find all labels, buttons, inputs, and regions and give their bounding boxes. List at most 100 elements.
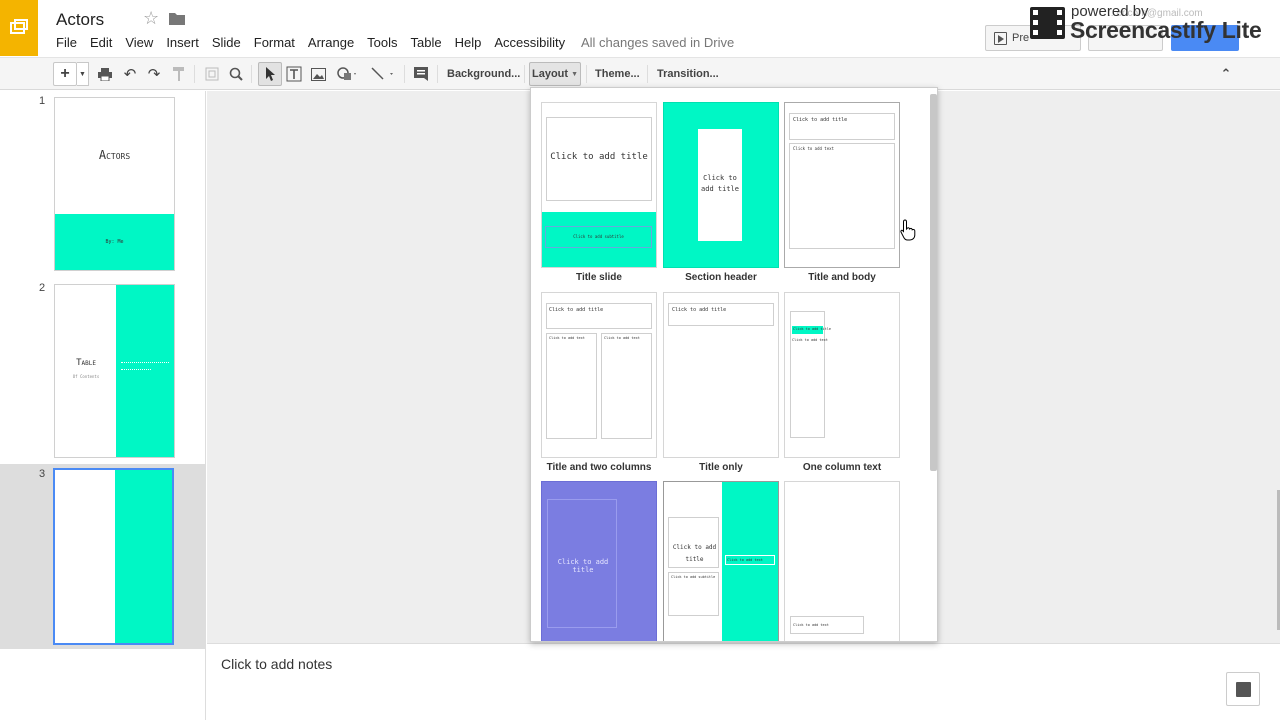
layout-preview: Click to add title Click to add text <box>784 292 900 458</box>
layout-label: Title and body <box>808 272 876 283</box>
body-placeholder: Click to add text <box>789 143 895 249</box>
line-icon[interactable] <box>367 62 397 86</box>
shape-icon[interactable] <box>333 62 361 86</box>
background-button[interactable]: Background... <box>441 62 526 86</box>
redo-icon[interactable]: ↷ <box>145 62 163 86</box>
title-placeholder: Click to add title <box>792 326 831 334</box>
speaker-notes[interactable]: Click to add notes <box>207 643 1280 720</box>
layout-menu: Click to add title Click to add subtitle… <box>530 87 938 642</box>
print-icon[interactable] <box>96 62 114 86</box>
title-placeholder: Click to add title <box>668 303 774 326</box>
star-icon[interactable]: ☆ <box>143 8 159 29</box>
slide-list-line <box>121 369 151 372</box>
theme-button[interactable]: Theme... <box>589 62 646 86</box>
notes-placeholder[interactable]: Click to add notes <box>221 656 332 672</box>
zoom-icon[interactable] <box>227 62 245 86</box>
menu-slide[interactable]: Slide <box>212 35 241 51</box>
undo-icon[interactable]: ↶ <box>121 62 139 86</box>
title-placeholder: Click to add title <box>547 499 617 628</box>
layout-button[interactable]: Layout ▼ <box>529 62 581 86</box>
slide-thumbnail[interactable]: Actors By: Me <box>54 97 175 271</box>
slide-subtitle: Of Contents <box>72 374 100 379</box>
layout-option-one-column-text[interactable]: Click to add title Click to add text One… <box>784 292 900 474</box>
transition-button[interactable]: Transition... <box>651 62 725 86</box>
title-placeholder: Click to add title <box>698 129 742 241</box>
layout-preview: Click to add title <box>663 102 779 268</box>
caption-placeholder: Click to add text <box>790 616 864 634</box>
slide-filmstrip: 1 Actors By: Me 2 Table Of Contents 3 <box>0 91 206 720</box>
menu-arrange[interactable]: Arrange <box>308 35 354 51</box>
comment-icon[interactable] <box>412 62 430 86</box>
zoom-fit-icon[interactable] <box>203 62 221 86</box>
layout-accent-band: Click to add subtitle <box>542 212 656 267</box>
new-slide-button[interactable]: + <box>53 62 77 86</box>
new-slide-menu-button[interactable]: ▼ <box>77 62 89 86</box>
select-cursor-icon[interactable] <box>258 62 282 86</box>
slide-thumbnail-row[interactable]: 1 Actors By: Me <box>0 91 205 276</box>
slide-accent-column <box>115 470 172 643</box>
slide-subtitle: By: Me <box>105 239 124 245</box>
hand-cursor-icon <box>900 219 916 241</box>
slide-number: 2 <box>39 282 46 294</box>
film-icon <box>1030 7 1065 39</box>
layout-preview: Click to add title Click to add subtitle… <box>663 481 779 641</box>
menu-help[interactable]: Help <box>455 35 482 51</box>
toolbar: + ▼ ↶ ↷ Background... Layout ▼ Theme... T… <box>0 57 1280 90</box>
menu-tools[interactable]: Tools <box>367 35 397 51</box>
slide-thumbnail[interactable]: Table Of Contents <box>54 284 175 458</box>
slide-title: Actors <box>98 148 131 162</box>
scrollbar[interactable] <box>930 94 937 471</box>
layout-option-title-and-body[interactable]: Click to add title Click to add text Tit… <box>784 102 900 284</box>
layout-label: Title only <box>699 462 743 473</box>
explore-button[interactable] <box>1226 672 1260 706</box>
image-icon[interactable] <box>309 62 327 86</box>
layout-option-section-header[interactable]: Click to add title Section header <box>663 102 779 284</box>
layout-option-title-and-two-columns[interactable]: Click to add title Click to add text Cli… <box>541 292 657 474</box>
app-header: Actors ☆ File Edit View Insert Slide For… <box>0 0 1280 57</box>
layout-option-title-slide[interactable]: Click to add title Click to add subtitle… <box>541 102 657 284</box>
screencastify-watermark: powered by Screencastify Lite <box>1030 2 1280 48</box>
layout-label: Title and two columns <box>546 462 652 473</box>
subtitle-placeholder: Click to add subtitle <box>545 226 652 248</box>
left-column-placeholder: Click to add text <box>546 333 597 439</box>
title-placeholder: Click to add title <box>668 517 719 568</box>
layout-preview: Click to add title Click to add text Cli… <box>541 292 657 458</box>
layout-option-section-title-description[interactable]: Click to add title Click to add subtitle… <box>663 481 779 641</box>
layout-preview: Click to add title <box>541 481 657 641</box>
watermark-brand: Screencastify Lite <box>1070 17 1262 43</box>
save-status: All changes saved in Drive <box>581 35 735 50</box>
layout-option-caption[interactable]: Click to add text <box>784 481 900 641</box>
slide-thumbnail[interactable] <box>53 468 174 645</box>
title-placeholder: Click to add title <box>789 113 895 140</box>
slides-logo[interactable] <box>0 0 38 56</box>
layout-preview: Click to add title Click to add subtitle <box>541 102 657 268</box>
collapse-menus-icon[interactable]: ⌃ <box>1216 62 1236 86</box>
layout-preview: Click to add title Click to add text <box>784 102 900 268</box>
text-box-icon[interactable] <box>285 62 303 86</box>
body-placeholder: Click to add text <box>725 555 775 565</box>
folder-icon[interactable] <box>169 12 185 25</box>
menu-file[interactable]: File <box>56 35 77 51</box>
paint-format-icon[interactable] <box>170 62 188 86</box>
slide-thumbnail-row[interactable]: 2 Table Of Contents <box>0 276 205 464</box>
slide-number: 3 <box>39 468 46 480</box>
present-icon <box>994 32 1007 45</box>
slides-icon <box>10 19 28 34</box>
layout-option-title-only[interactable]: Click to add title Title only <box>663 292 779 474</box>
title-placeholder: Click to add title <box>546 117 652 201</box>
present-label: Pre <box>1012 32 1030 44</box>
menu-accessibility[interactable]: Accessibility <box>494 35 565 51</box>
subtitle-placeholder: Click to add subtitle <box>668 572 719 616</box>
menu-format[interactable]: Format <box>254 35 295 51</box>
layout-label: One column text <box>802 462 882 473</box>
menu-edit[interactable]: Edit <box>90 35 112 51</box>
layout-option-main-point[interactable]: Click to add title <box>541 481 657 641</box>
slide-list-line <box>121 362 169 365</box>
slide-number: 1 <box>39 95 46 107</box>
menu-view[interactable]: View <box>125 35 153 51</box>
menu-table[interactable]: Table <box>411 35 442 51</box>
document-title[interactable]: Actors <box>56 10 104 30</box>
layout-label: Layout <box>532 68 569 80</box>
slide-thumbnail-row-selected[interactable]: 3 <box>0 464 205 649</box>
menu-insert[interactable]: Insert <box>166 35 199 51</box>
